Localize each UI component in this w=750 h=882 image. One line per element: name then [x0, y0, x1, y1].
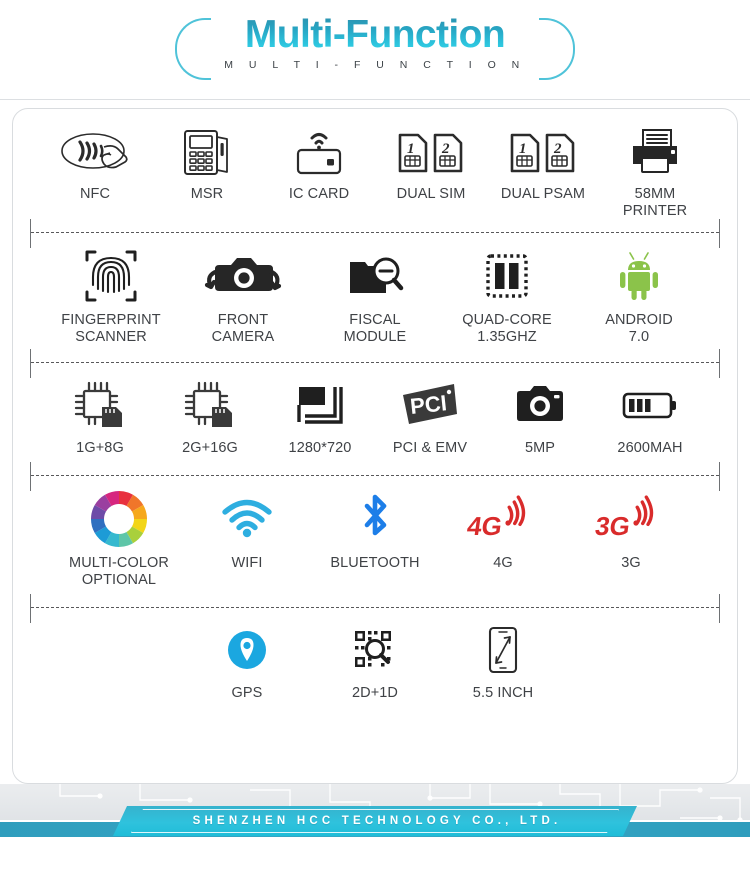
camera-icon	[514, 377, 566, 433]
feature-label: NFC	[79, 186, 111, 202]
feature-label: DUAL SIM	[396, 186, 466, 202]
bluetooth-icon	[354, 490, 396, 548]
feature-memory-2g-16g[interactable]: 2G+16G	[155, 377, 265, 457]
footer-bottom-space	[0, 837, 750, 882]
3g-icon: 3G	[593, 490, 664, 548]
feature-cpu[interactable]: QUAD-CORE 1.35GHZ	[441, 247, 573, 346]
printer-icon	[627, 123, 683, 179]
page-footer: SHENZHEN HCC TECHNOLOGY CO., LTD.	[0, 784, 750, 882]
feature-fiscal-module[interactable]: FISCAL MODULE	[309, 247, 441, 346]
feature-3g[interactable]: 3G 3G	[567, 490, 695, 572]
product-feature-infographic: Multi-Function M U L T I - F U N C T I O…	[0, 0, 750, 882]
front-camera-icon	[204, 247, 282, 305]
feature-label: BLUETOOTH	[330, 555, 420, 571]
nfc-icon	[60, 123, 130, 179]
feature-bluetooth[interactable]: BLUETOOTH	[311, 490, 439, 572]
header-divider	[0, 99, 750, 100]
dual-psam-icon: 1 2	[508, 123, 578, 179]
feature-fingerprint[interactable]: FINGERPRINT SCANNER	[45, 247, 177, 346]
feature-screen-size[interactable]: 5.5 INCH	[439, 622, 567, 702]
feature-resolution[interactable]: 1280*720	[265, 377, 375, 457]
feature-label: 2G+16G	[182, 440, 238, 456]
feature-label: 1G+8G	[76, 440, 124, 456]
wifi-icon	[221, 490, 273, 548]
page-title: Multi-Function	[175, 12, 575, 58]
feature-row-5: GPS 2D+1D 5.5 INCH	[13, 608, 737, 702]
feature-label: DUAL PSAM	[500, 186, 586, 202]
fiscal-module-icon	[346, 247, 404, 305]
feature-barcode-scanner[interactable]: 2D+1D	[311, 622, 439, 702]
feature-label: 2D+1D	[351, 685, 399, 701]
feature-row-3: 1G+8G 2G+16G 1280*720 PCI PCI & EMV 5MP …	[13, 363, 737, 457]
ic-card-icon	[292, 123, 346, 179]
feature-label: FINGERPRINT SCANNER	[61, 312, 161, 345]
svg-text:2: 2	[553, 141, 562, 157]
feature-label: 5MP	[524, 440, 556, 456]
page-header: Multi-Function M U L T I - F U N C T I O…	[0, 0, 750, 100]
feature-memory-1g-8g[interactable]: 1G+8G	[45, 377, 155, 457]
fingerprint-icon	[83, 247, 139, 305]
gps-icon	[225, 622, 269, 678]
feature-label: FISCAL MODULE	[343, 312, 407, 345]
feature-label: FRONT CAMERA	[211, 312, 275, 345]
feature-printer[interactable]: 58MM PRINTER	[599, 123, 711, 220]
feature-multi-color[interactable]: MULTI-COLOR OPTIONAL	[55, 490, 183, 589]
feature-label: GPS	[231, 685, 263, 701]
feature-dual-sim[interactable]: 1 2 DUAL SIM	[375, 123, 487, 203]
android-icon	[615, 247, 663, 305]
feature-label: QUAD-CORE 1.35GHZ	[462, 312, 552, 345]
svg-text:1: 1	[407, 141, 415, 157]
svg-text:1: 1	[519, 141, 527, 157]
cpu-icon	[482, 247, 532, 305]
feature-label: 5.5 INCH	[472, 685, 534, 701]
feature-label: 1280*720	[288, 440, 352, 456]
svg-text:PCI: PCI	[409, 390, 448, 419]
feature-label: 2600MAH	[617, 440, 683, 456]
feature-camera-5mp[interactable]: 5MP	[485, 377, 595, 457]
pci-emv-icon: PCI	[399, 377, 461, 433]
svg-text:4G: 4G	[465, 511, 504, 541]
feature-label: IC CARD	[288, 186, 350, 202]
feature-gps[interactable]: GPS	[183, 622, 311, 702]
feature-label: MULTI-COLOR OPTIONAL	[69, 555, 169, 588]
feature-android[interactable]: ANDROID 7.0	[573, 247, 705, 346]
header-title-group: Multi-Function M U L T I - F U N C T I O…	[175, 12, 575, 88]
feature-ic-card[interactable]: IC CARD	[263, 123, 375, 203]
feature-label: WIFI	[231, 555, 263, 571]
color-wheel-icon	[91, 490, 147, 548]
msr-icon	[182, 123, 232, 179]
page-subtitle: M U L T I - F U N C T I O N	[224, 59, 526, 71]
feature-label: 4G	[493, 555, 513, 571]
feature-row-1: NFC MSR IC CARD 1 2 DUAL SIM 1 2 DUAL PS…	[13, 109, 737, 220]
memory-chip-icon	[72, 377, 128, 433]
feature-wifi[interactable]: WIFI	[183, 490, 311, 572]
feature-row-4: MULTI-COLOR OPTIONAL WIFI BLUETOOTH 4G 4…	[13, 476, 737, 589]
feature-pci-emv[interactable]: PCI PCI & EMV	[375, 377, 485, 457]
battery-icon	[621, 377, 679, 433]
feature-row-2: FINGERPRINT SCANNER FRONT CAMERA FISCAL …	[13, 233, 737, 346]
svg-text:2: 2	[441, 141, 450, 157]
dual-sim-icon: 1 2	[396, 123, 466, 179]
company-banner: SHENZHEN HCC TECHNOLOGY CO., LTD.	[113, 806, 637, 836]
feature-dual-psam[interactable]: 1 2 DUAL PSAM	[487, 123, 599, 203]
feature-label: 3G	[621, 555, 641, 571]
feature-label: MSR	[190, 186, 224, 202]
company-name: SHENZHEN HCC TECHNOLOGY CO., LTD.	[192, 815, 562, 827]
feature-label: ANDROID 7.0	[605, 312, 673, 345]
feature-label: PCI & EMV	[392, 440, 468, 456]
memory-chip-icon	[182, 377, 238, 433]
feature-msr[interactable]: MSR	[151, 123, 263, 203]
screen-size-icon	[485, 622, 521, 678]
4g-icon: 4G	[465, 490, 536, 548]
feature-nfc[interactable]: NFC	[39, 123, 151, 203]
qr-scanner-icon	[352, 622, 398, 678]
feature-front-camera[interactable]: FRONT CAMERA	[177, 247, 309, 346]
feature-label: 58MM PRINTER	[622, 186, 688, 219]
feature-4g[interactable]: 4G 4G	[439, 490, 567, 572]
resolution-icon	[293, 377, 347, 433]
feature-card: NFC MSR IC CARD 1 2 DUAL SIM 1 2 DUAL PS…	[12, 108, 738, 784]
feature-battery[interactable]: 2600MAH	[595, 377, 705, 457]
svg-text:3G: 3G	[593, 511, 632, 541]
